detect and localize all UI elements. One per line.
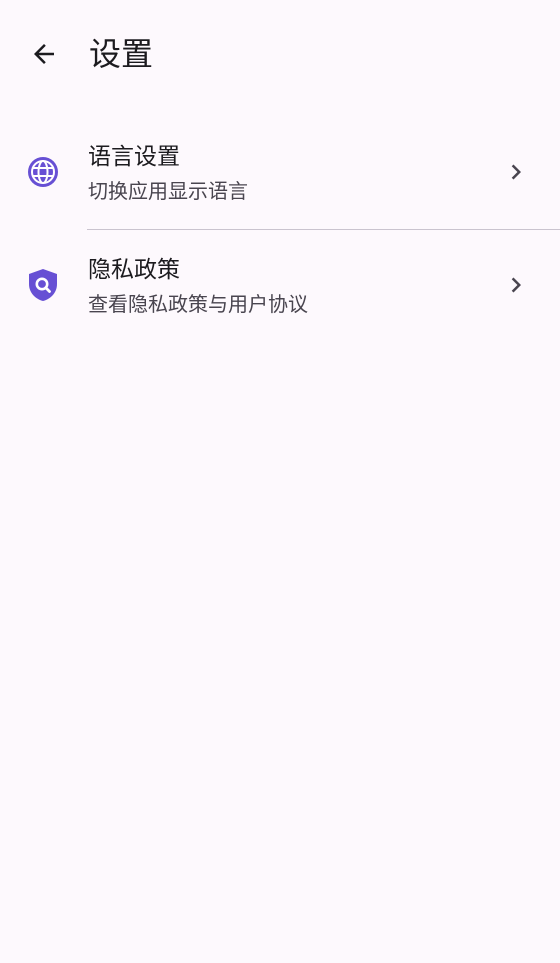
- settings-item-subtitle: 切换应用显示语言: [88, 179, 248, 203]
- back-button[interactable]: [22, 32, 66, 76]
- chevron-right-icon: [500, 269, 532, 301]
- globe-icon: [25, 154, 61, 190]
- settings-item-language[interactable]: 语言设置 切换应用显示语言: [0, 115, 560, 230]
- settings-list: 语言设置 切换应用显示语言 隐私政策 查看隐私政策与用户协议: [0, 115, 560, 343]
- settings-item-title: 语言设置: [88, 144, 180, 170]
- page-title: 设置: [89, 35, 154, 73]
- settings-item-title: 隐私政策: [88, 257, 180, 283]
- privacy-shield-icon: [25, 267, 61, 303]
- chevron-right-icon: [500, 156, 532, 188]
- settings-item-privacy[interactable]: 隐私政策 查看隐私政策与用户协议: [0, 229, 560, 343]
- top-app-bar: 设置: [0, 0, 560, 108]
- settings-item-subtitle: 查看隐私政策与用户协议: [88, 292, 308, 316]
- arrow-back-icon: [34, 44, 54, 64]
